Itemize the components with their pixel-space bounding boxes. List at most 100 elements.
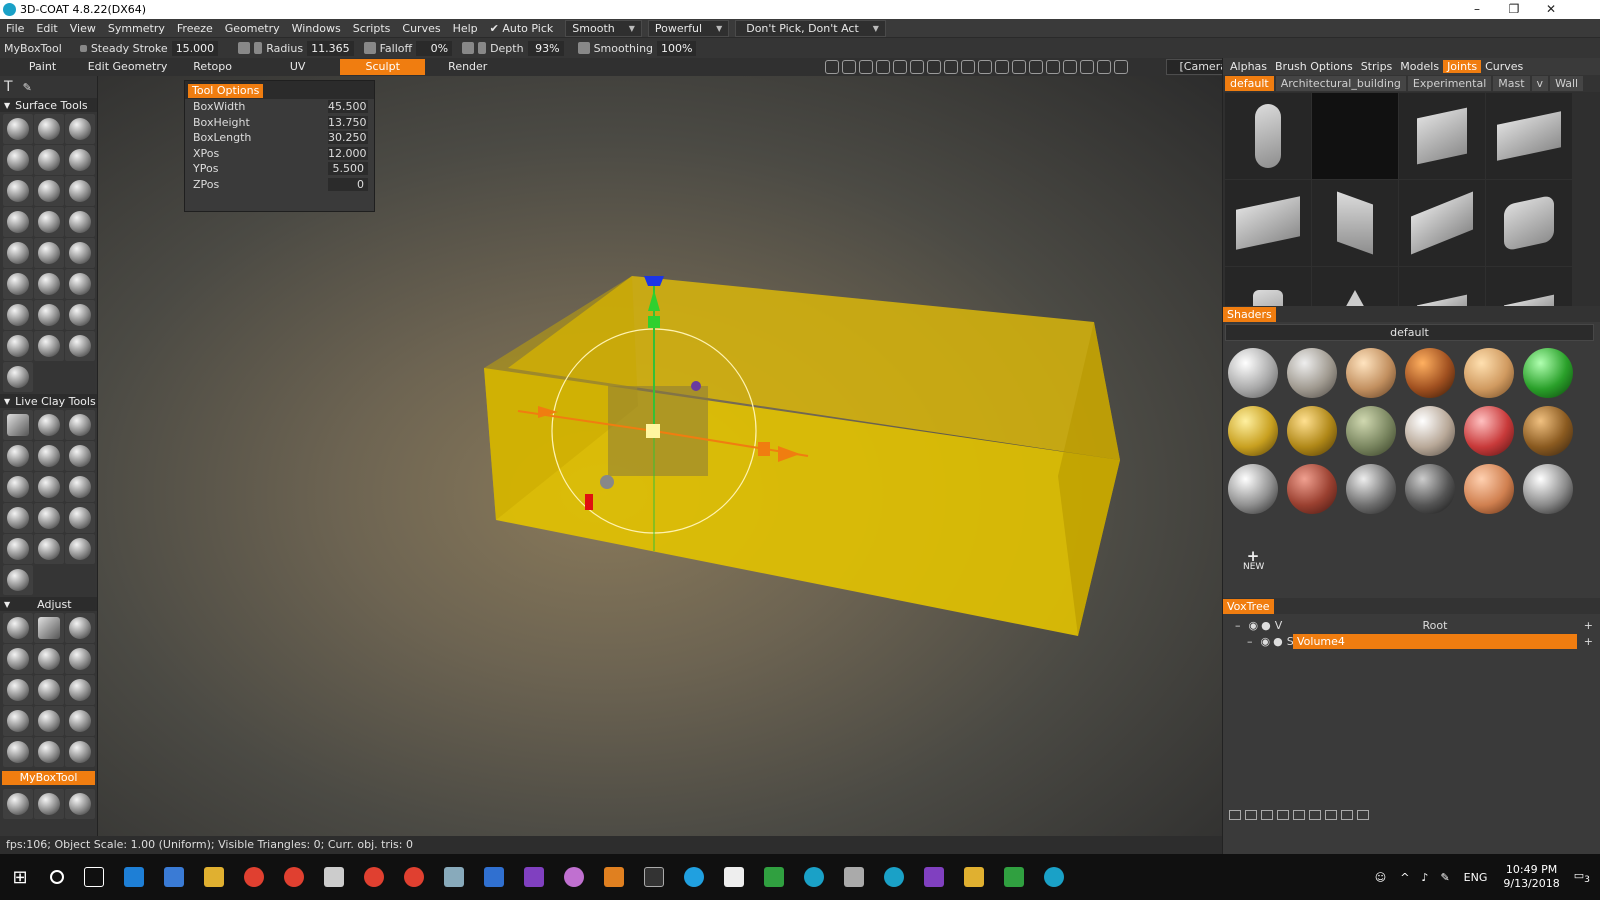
skype-icon[interactable]: [684, 867, 704, 887]
section-adjust[interactable]: ▼ Adjust: [0, 597, 97, 611]
tool-button[interactable]: [65, 441, 95, 471]
tool-button[interactable]: [65, 176, 95, 206]
model-capsule[interactable]: [1225, 93, 1311, 179]
frame-icon[interactable]: [1012, 60, 1026, 74]
chrome-icon[interactable]: [364, 867, 384, 887]
tool-button[interactable]: [34, 114, 64, 144]
app-icon[interactable]: [844, 867, 864, 887]
zoom-icon[interactable]: [961, 60, 975, 74]
option-value[interactable]: 0: [328, 177, 368, 191]
subtab-architectural[interactable]: Architectural_building: [1275, 76, 1406, 91]
voxtree-root-name[interactable]: Root: [1293, 618, 1577, 633]
room-retopo[interactable]: Retopo: [170, 59, 255, 75]
brush-icon[interactable]: [876, 60, 890, 74]
tool-button[interactable]: [34, 145, 64, 175]
mail-icon[interactable]: [724, 867, 744, 887]
image-icon[interactable]: [859, 60, 873, 74]
visual-studio-icon[interactable]: [924, 867, 944, 887]
subtab-mast[interactable]: Mast: [1493, 76, 1530, 91]
depth-control[interactable]: Depth 93%: [462, 40, 564, 56]
radius-control[interactable]: Radius 11.365: [238, 40, 354, 56]
drop-icon[interactable]: [893, 60, 907, 74]
shader-swatch[interactable]: [1225, 461, 1281, 517]
shader-swatch[interactable]: [1284, 345, 1340, 401]
forbid-icon[interactable]: [1029, 60, 1043, 74]
3dcoat-icon[interactable]: [884, 867, 904, 887]
3dcoat-icon[interactable]: [804, 867, 824, 887]
pen-tool-icon[interactable]: ✎: [23, 81, 32, 94]
clock[interactable]: 10:49 PM 9/13/2018: [1503, 863, 1559, 891]
tool-button[interactable]: [34, 441, 64, 471]
model-cone[interactable]: [1312, 267, 1398, 306]
model-flat-box[interactable]: [1399, 267, 1485, 306]
tool-button[interactable]: [34, 737, 64, 767]
subtab-experimental[interactable]: Experimental: [1407, 76, 1492, 91]
gizmo-center-handle[interactable]: [646, 424, 660, 438]
smoothing-control[interactable]: Smoothing 100%: [577, 40, 697, 56]
voxtree-volume-name[interactable]: Volume4: [1293, 633, 1577, 649]
menu-help[interactable]: Help: [447, 22, 484, 35]
tool-button[interactable]: [65, 331, 95, 361]
tool-button[interactable]: [3, 331, 33, 361]
tool-button[interactable]: [3, 114, 33, 144]
add-layer-icon[interactable]: +: [1584, 619, 1593, 632]
tool-button[interactable]: [3, 644, 33, 674]
tool-button[interactable]: [34, 300, 64, 330]
tool-button[interactable]: [65, 737, 95, 767]
tab-models[interactable]: Models: [1396, 60, 1443, 73]
option-value[interactable]: 30.250: [328, 131, 368, 145]
model-empty[interactable]: [1312, 93, 1398, 179]
tool-button[interactable]: [3, 675, 33, 705]
orbit-icon[interactable]: [944, 60, 958, 74]
room-sculpt[interactable]: Sculpt: [340, 59, 426, 75]
falloff-control[interactable]: Falloff 0%: [363, 40, 453, 56]
menu-symmetry[interactable]: Symmetry: [102, 22, 171, 35]
tool-button[interactable]: [3, 503, 33, 533]
tool-button[interactable]: [3, 534, 33, 564]
subtab-v[interactable]: v: [1531, 76, 1549, 91]
light-icon[interactable]: [842, 60, 856, 74]
new-shader-button[interactable]: + NEW: [1243, 549, 1264, 573]
option-value[interactable]: 45.500: [328, 100, 368, 114]
play-icon[interactable]: [978, 60, 992, 74]
room-uv[interactable]: UV: [255, 59, 340, 75]
sphere-icon[interactable]: [1277, 810, 1289, 820]
chrome-icon[interactable]: [404, 867, 424, 887]
tool-button[interactable]: [34, 644, 64, 674]
tool-button[interactable]: [34, 534, 64, 564]
menu-view[interactable]: View: [64, 22, 102, 35]
shader-preset-dropdown[interactable]: default: [1225, 324, 1594, 341]
model-plate[interactable]: [1486, 267, 1572, 306]
shader-swatch[interactable]: [1343, 461, 1399, 517]
eye-icon[interactable]: ◉: [1261, 635, 1271, 648]
menu-geometry[interactable]: Geometry: [219, 22, 286, 35]
tool-button[interactable]: [3, 737, 33, 767]
minimize-button[interactable]: –: [1458, 0, 1496, 19]
tool-button[interactable]: [65, 300, 95, 330]
fit-icon[interactable]: [995, 60, 1009, 74]
tool-button[interactable]: [3, 441, 33, 471]
rotate-icon[interactable]: [910, 60, 924, 74]
tab-alphas[interactable]: Alphas: [1226, 60, 1271, 73]
tool-button[interactable]: [34, 331, 64, 361]
close-button[interactable]: ✕: [1532, 0, 1570, 19]
tool-button[interactable]: [34, 238, 64, 268]
tool-button[interactable]: [65, 706, 95, 736]
chevron-up-icon[interactable]: ^: [1400, 871, 1409, 884]
tab-joints[interactable]: Joints: [1443, 60, 1482, 73]
tool-button[interactable]: [3, 410, 33, 440]
tool-button[interactable]: [65, 238, 95, 268]
mybox-tool-button[interactable]: MyBoxTool: [2, 771, 95, 785]
tab-curves[interactable]: Curves: [1481, 60, 1527, 73]
tool-button[interactable]: [3, 472, 33, 502]
menu-windows[interactable]: Windows: [286, 22, 347, 35]
falloff-value[interactable]: 0%: [416, 40, 453, 56]
model-tube[interactable]: [1225, 267, 1311, 306]
subtab-wall[interactable]: Wall: [1550, 76, 1584, 91]
collapse-icon[interactable]: –: [1235, 619, 1241, 632]
add-layer-icon[interactable]: +: [1584, 635, 1593, 648]
shader-swatch[interactable]: [1284, 403, 1340, 459]
app-icon[interactable]: [604, 867, 624, 887]
chrome-icon[interactable]: [284, 867, 304, 887]
shader-swatch[interactable]: [1343, 403, 1399, 459]
